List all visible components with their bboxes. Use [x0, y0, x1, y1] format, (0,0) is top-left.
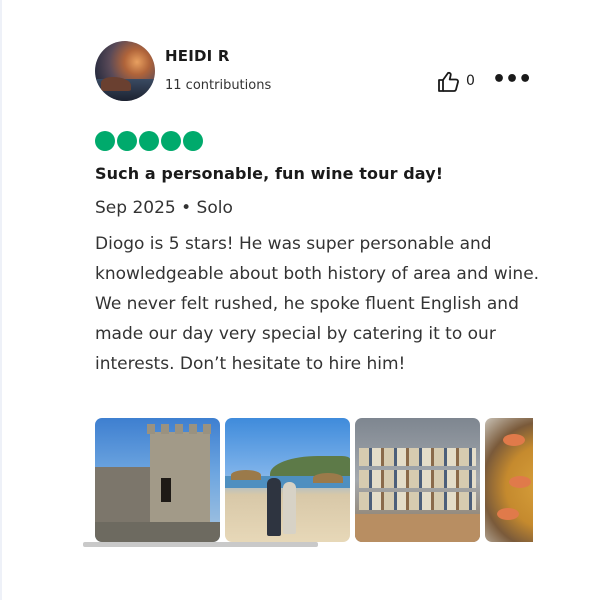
tile-shelf — [359, 470, 476, 488]
photo-castle[interactable] — [95, 418, 220, 542]
rating-bubble — [117, 131, 137, 151]
beach-umbrella — [313, 473, 343, 483]
review-title: Such a personable, fun wine tour day! — [95, 164, 444, 183]
left-divider — [0, 0, 2, 600]
contributions-count: 11 contributions — [165, 78, 272, 93]
castle-ground — [95, 522, 220, 542]
thumbs-up-icon[interactable] — [437, 71, 461, 93]
castle-door — [161, 478, 171, 502]
photo-scrollbar[interactable] — [83, 542, 318, 547]
reviewer-name[interactable]: HEIDI R — [165, 47, 230, 65]
avatar[interactable] — [95, 41, 155, 101]
paella-prawn — [497, 508, 519, 520]
review-meta: Sep 2025 • Solo — [95, 198, 233, 218]
beach-person — [283, 482, 296, 534]
review-body: Diogo is 5 stars! He was super personabl… — [95, 234, 540, 374]
tile-shelf — [359, 492, 476, 510]
rating-bubble — [161, 131, 181, 151]
photo-strip[interactable] — [95, 418, 533, 544]
paella-prawn — [503, 434, 525, 446]
rating-bubble — [95, 131, 115, 151]
rating-bubble — [183, 131, 203, 151]
photo-paella[interactable] — [485, 418, 533, 542]
beach-umbrella — [231, 470, 261, 480]
avatar-rock — [101, 77, 131, 91]
like-count: 0 — [466, 73, 475, 89]
more-options-icon[interactable]: ••• — [492, 69, 532, 94]
castle-wall-left — [95, 467, 155, 522]
tile-table — [355, 514, 480, 542]
rating-bubble — [139, 131, 159, 151]
rating-bubbles — [95, 131, 203, 153]
castle-battlements — [147, 424, 213, 434]
photo-beach[interactable] — [225, 418, 350, 542]
tile-shelf — [359, 448, 476, 466]
beach-person — [267, 478, 281, 536]
photo-tile-shop[interactable] — [355, 418, 480, 542]
paella-prawn — [509, 476, 531, 488]
